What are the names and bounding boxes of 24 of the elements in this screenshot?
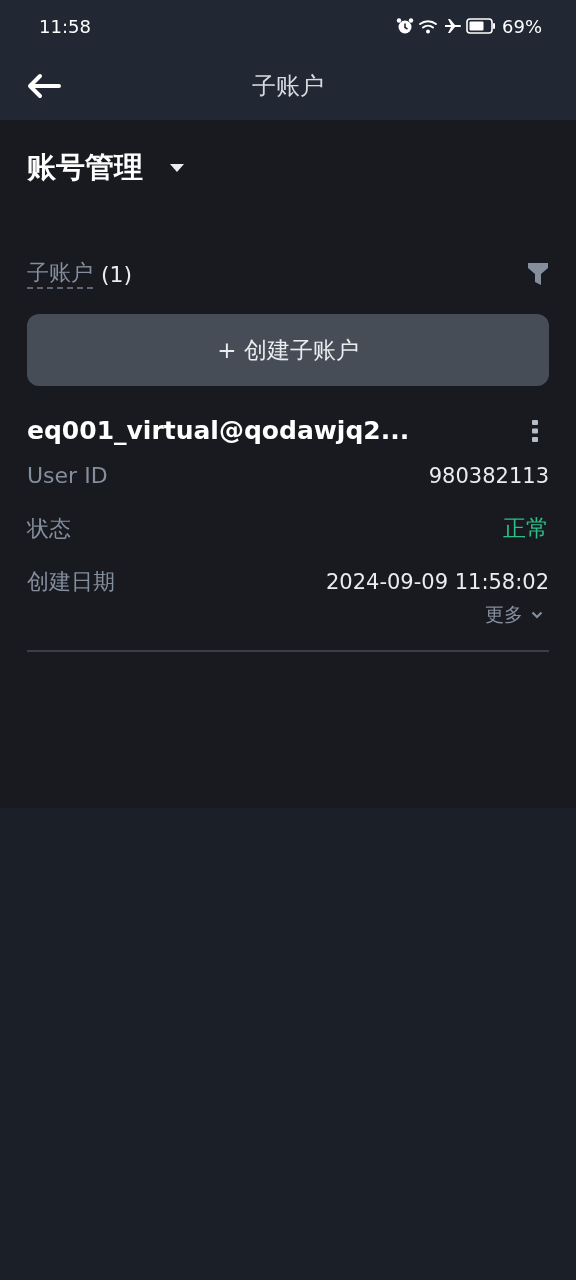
chevron-down-icon[interactable]: [531, 611, 543, 619]
field-value: 980382113: [428, 463, 549, 488]
battery-percentage: 69%: [502, 15, 542, 37]
battery-icon: [466, 17, 496, 35]
field-label: User ID: [27, 463, 108, 488]
section-title[interactable]: 账号管理: [27, 148, 143, 188]
more-link[interactable]: 更多: [485, 602, 523, 628]
dropdown-caret-icon[interactable]: [169, 163, 185, 173]
airplane-icon: [444, 17, 462, 35]
back-arrow-icon[interactable]: [27, 73, 61, 99]
create-subaccount-button[interactable]: + 创建子账户: [27, 314, 549, 386]
account-email: eq001_virtual@qodawjq2...: [27, 416, 410, 445]
more-options-icon[interactable]: [531, 418, 539, 443]
status-value: 正常: [503, 514, 549, 543]
alarm-icon: [396, 17, 414, 35]
filter-icon[interactable]: [527, 262, 549, 286]
field-value: 2024-09-09 11:58:02: [325, 569, 549, 594]
wifi-icon: [418, 17, 440, 35]
field-label: 状态: [27, 514, 71, 543]
subaccount-count: (1): [101, 261, 133, 287]
page-title: 子账户: [252, 71, 324, 102]
status-time: 11:58: [39, 15, 91, 37]
subaccount-label: 子账户: [27, 259, 93, 289]
field-label: 创建日期: [27, 567, 115, 596]
